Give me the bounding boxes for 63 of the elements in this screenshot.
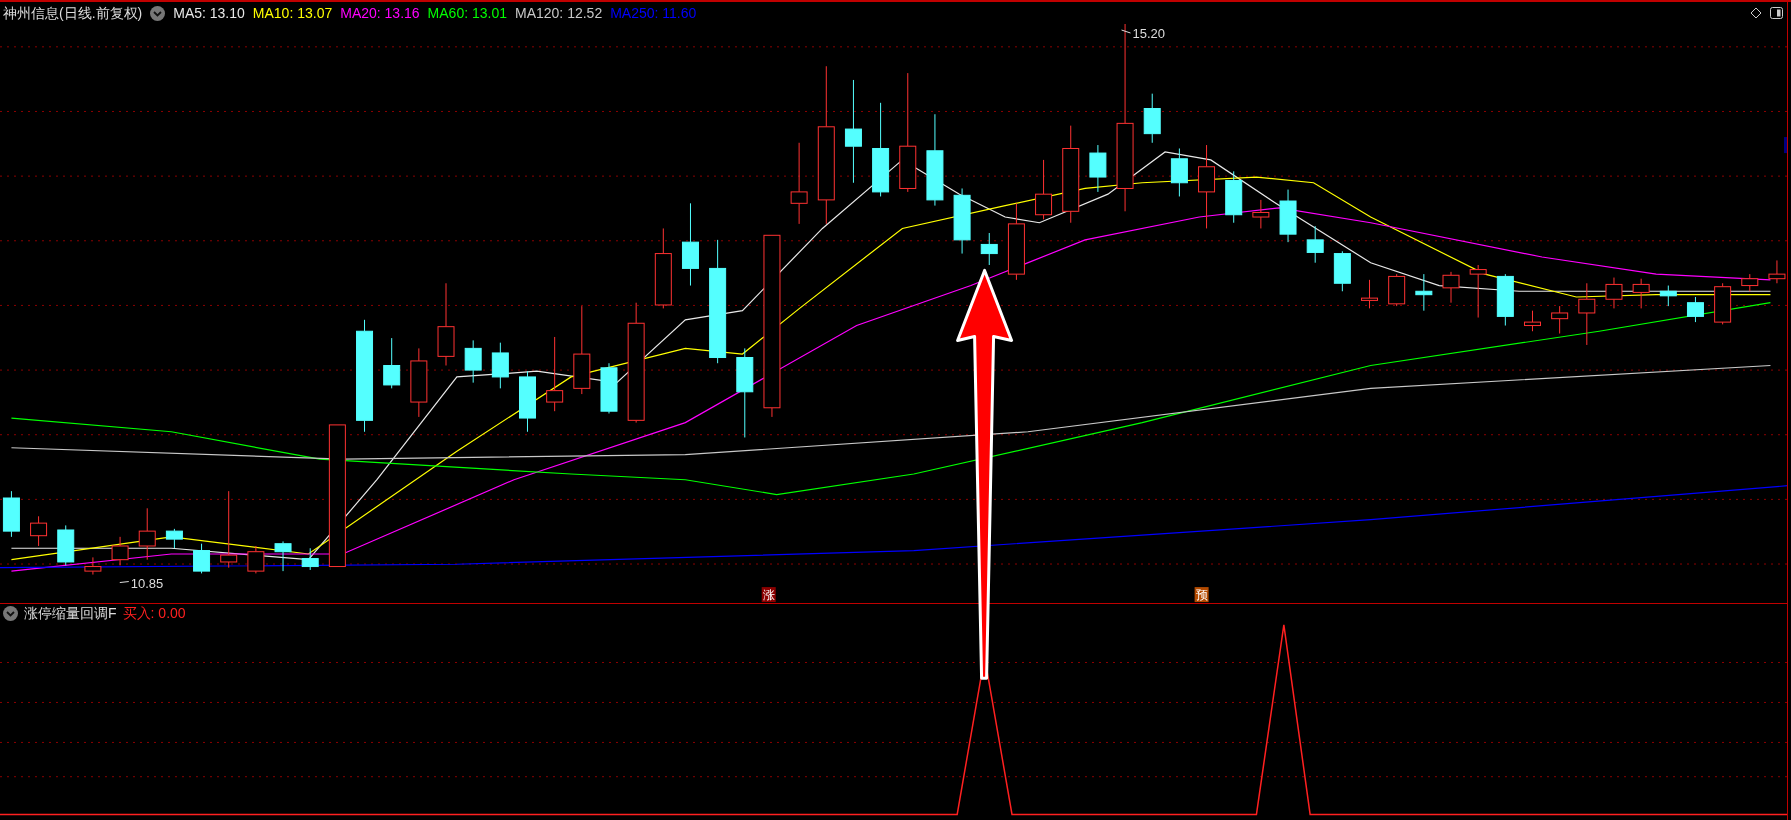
candlestick: [1252, 199, 1270, 229]
candlestick: [301, 547, 319, 571]
signal-marker: 预: [1194, 587, 1209, 603]
candlestick: [1333, 250, 1351, 292]
candlestick: [1306, 225, 1324, 264]
candlestick: [1686, 296, 1704, 323]
candlestick: [1442, 271, 1460, 304]
candlestick: [1714, 282, 1732, 325]
candlestick: [193, 543, 211, 574]
leader-line: [119, 581, 130, 584]
candlestick: [57, 524, 75, 566]
candlestick: [600, 362, 618, 414]
panel-toggle-icon[interactable]: [1770, 7, 1783, 19]
candlestick: [1415, 273, 1433, 312]
candlestick: [247, 545, 265, 574]
candlestick: [1524, 310, 1541, 332]
candlestick: [2, 490, 20, 538]
candlestick: [1551, 305, 1569, 335]
candlestick: [953, 187, 971, 255]
candlestick: [274, 540, 292, 572]
candlestick: [111, 536, 129, 566]
indicator-value: MA5: 13.10: [173, 3, 245, 23]
candlestick: [410, 347, 428, 418]
candlestick: [1170, 148, 1188, 197]
low-price-label: 10.85: [130, 575, 164, 591]
leader-line: [1121, 29, 1131, 34]
signal-marker: 涨: [761, 587, 776, 603]
candlestick: [1496, 273, 1514, 327]
indicator-reading: 买入: 0.00: [122, 603, 186, 623]
candlestick: [383, 337, 401, 389]
candlestick: [1768, 259, 1786, 284]
indicator-name: 涨停缩量回调F: [24, 603, 117, 623]
candlestick: [1035, 159, 1053, 220]
candlestick: [1741, 273, 1759, 292]
indicator-value: MA250: 11.60: [610, 3, 697, 23]
candlestick: [1578, 282, 1596, 346]
chart-title: 神州信息(日线.前复权): [3, 3, 143, 23]
dropdown-icon[interactable]: [3, 605, 18, 621]
candlestick: [1279, 189, 1297, 243]
indicator-value: MA10: 13.07: [252, 3, 333, 23]
dropdown-icon[interactable]: [150, 5, 166, 21]
candlestick: [1605, 277, 1623, 309]
candlestick: [1659, 285, 1677, 307]
candlestick: [980, 232, 998, 266]
diamond-icon[interactable]: [1750, 7, 1762, 19]
candlestick: [1361, 279, 1378, 309]
indicator-value: MA20: 13.16: [340, 3, 420, 23]
high-price-label: 15.20: [1132, 26, 1166, 41]
indicator-value: MA120: 12.52: [515, 3, 603, 23]
candlestick: [464, 339, 482, 384]
candlestick: [1388, 273, 1406, 307]
candlestick: [1225, 170, 1243, 224]
candlestick: [84, 556, 102, 576]
candlestick: [519, 370, 536, 433]
candlestick: [138, 507, 156, 561]
candlestick: [1632, 278, 1650, 309]
candlestick: [30, 515, 48, 547]
candlestick: [491, 342, 509, 389]
candlestick: [1089, 144, 1107, 193]
candlestick: [1469, 264, 1487, 319]
candlestick: [165, 528, 183, 549]
indicator-value: MA60: 13.01: [427, 3, 507, 23]
candlestick: [1143, 93, 1161, 144]
